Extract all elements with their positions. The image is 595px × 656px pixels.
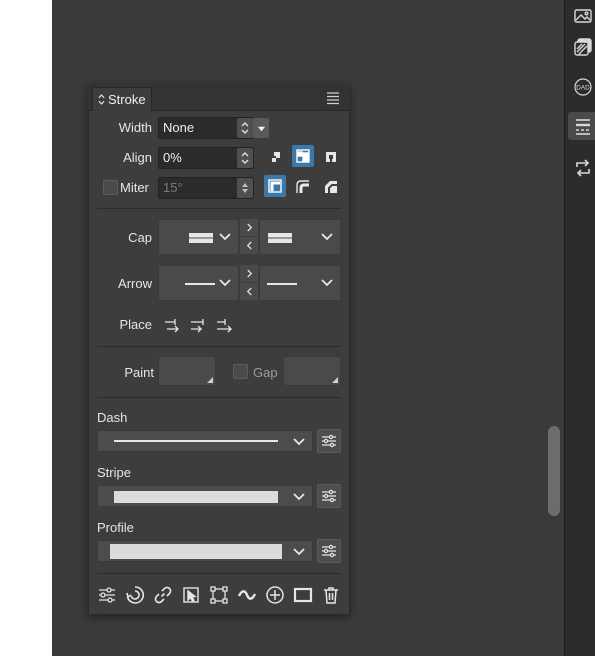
place-before-icon[interactable] xyxy=(163,316,181,334)
profile-select[interactable] xyxy=(97,540,313,562)
miter-stepper[interactable] xyxy=(237,178,253,198)
stepper-icon xyxy=(241,122,249,134)
stroke-panel-icon[interactable] xyxy=(568,112,595,140)
dash-select[interactable] xyxy=(97,430,313,452)
dash-settings-button[interactable] xyxy=(317,429,341,453)
spiral-icon[interactable] xyxy=(124,584,146,606)
stepper-icon xyxy=(241,152,249,164)
chevron-down-icon xyxy=(293,493,305,501)
swatch-corner-icon xyxy=(332,377,338,383)
line-icon xyxy=(267,283,297,285)
settings-sliders-icon[interactable] xyxy=(96,584,118,606)
paint-label: Paint xyxy=(124,365,154,380)
profile-preview-icon xyxy=(110,544,282,559)
join-round-icon[interactable] xyxy=(292,176,314,198)
sliders-icon xyxy=(322,544,336,558)
chevron-down-icon xyxy=(293,548,305,556)
arrow-label: Arrow xyxy=(118,276,152,291)
swap-icon[interactable] xyxy=(568,154,595,182)
profile-label: Profile xyxy=(97,520,134,535)
chevron-right-icon xyxy=(246,223,252,232)
chevron-down-icon xyxy=(321,233,333,241)
dad-icon[interactable]: DAD xyxy=(568,73,595,101)
align-center-icon[interactable] xyxy=(292,145,314,167)
cap-end-select[interactable] xyxy=(259,219,341,255)
width-stepper[interactable] xyxy=(237,118,253,138)
chevron-down-icon xyxy=(293,438,305,446)
gap-label: Gap xyxy=(253,365,278,380)
arrow-prev-button[interactable] xyxy=(240,283,258,300)
arrow-next-button[interactable] xyxy=(240,265,258,282)
scrollbar-thumb[interactable] xyxy=(548,426,560,516)
sliders-icon xyxy=(322,489,336,503)
tab-stroke[interactable]: Stroke xyxy=(92,87,152,111)
chevron-left-icon xyxy=(246,241,252,250)
gap-swatch[interactable] xyxy=(283,356,341,386)
cap-prev-button[interactable] xyxy=(240,237,258,254)
divider xyxy=(97,346,341,347)
stepper-icon xyxy=(242,183,248,193)
cap-next-button[interactable] xyxy=(240,219,258,236)
triangle-down-icon xyxy=(257,126,265,131)
join-bevel-icon[interactable] xyxy=(320,176,342,198)
stripe-settings-button[interactable] xyxy=(317,484,341,508)
swatch-corner-icon xyxy=(207,377,213,383)
wave-icon[interactable] xyxy=(236,584,258,606)
align-outside-icon[interactable] xyxy=(320,146,342,168)
stripe-label: Stripe xyxy=(97,465,131,480)
tab-label: Stroke xyxy=(108,92,146,107)
width-label: Width xyxy=(118,120,152,135)
arrow-start-select[interactable] xyxy=(158,265,239,301)
align-stepper[interactable] xyxy=(237,148,253,168)
arrow-end-select[interactable] xyxy=(259,265,341,301)
miter-label: Miter xyxy=(120,180,149,195)
dash-preview-icon xyxy=(114,440,278,442)
cap-butt-icon xyxy=(187,233,215,243)
chevron-left-icon xyxy=(246,287,252,296)
rectangle-icon[interactable] xyxy=(292,584,314,606)
dash-label: Dash xyxy=(97,410,128,425)
place-after-icon[interactable] xyxy=(215,316,233,334)
stripe-select[interactable] xyxy=(97,485,313,507)
cap-start-select[interactable] xyxy=(158,219,239,255)
add-circle-icon[interactable] xyxy=(264,584,286,606)
paint-swatch[interactable] xyxy=(158,356,216,386)
transform-box-icon[interactable] xyxy=(208,584,230,606)
svg-text:DAD: DAD xyxy=(576,85,590,92)
scroll-gutter xyxy=(546,0,564,656)
miter-checkbox[interactable] xyxy=(103,180,118,195)
profile-settings-button[interactable] xyxy=(317,539,341,563)
image-icon[interactable] xyxy=(568,2,595,30)
cap-label: Cap xyxy=(128,230,152,245)
gap-checkbox[interactable] xyxy=(233,364,248,379)
collapse-arrows-icon xyxy=(98,93,105,106)
divider xyxy=(97,397,341,398)
divider xyxy=(97,573,341,574)
chevron-right-icon xyxy=(246,269,252,278)
chevron-down-icon xyxy=(219,279,231,287)
select-arrow-icon[interactable] xyxy=(180,584,202,606)
place-middle-icon[interactable] xyxy=(189,316,207,334)
place-label: Place xyxy=(119,317,152,332)
width-dropdown-button[interactable] xyxy=(253,118,269,138)
hamburger-menu-icon[interactable] xyxy=(326,91,340,105)
chevron-down-icon xyxy=(321,279,333,287)
join-miter-icon[interactable] xyxy=(264,175,286,197)
divider xyxy=(97,208,341,209)
stripe-preview-icon xyxy=(114,491,278,503)
align-label: Align xyxy=(123,150,152,165)
trash-icon[interactable] xyxy=(320,584,342,606)
align-inside-icon[interactable] xyxy=(264,146,286,168)
cap-butt-icon xyxy=(266,233,294,243)
link-icon[interactable] xyxy=(152,584,174,606)
sliders-icon xyxy=(322,434,336,448)
line-icon xyxy=(185,283,215,285)
layers-icon[interactable] xyxy=(568,33,595,61)
chevron-down-icon xyxy=(219,233,231,241)
